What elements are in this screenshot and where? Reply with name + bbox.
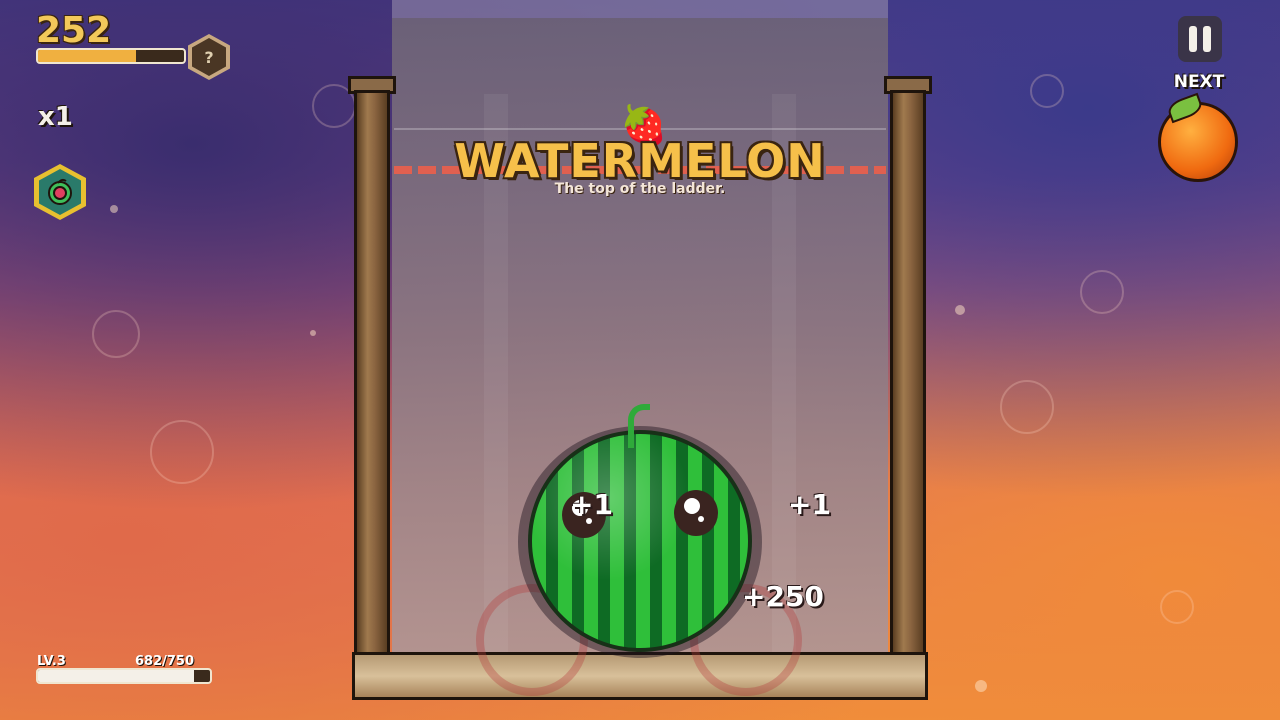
watermelon-eye bbox=[674, 490, 718, 536]
question-mark-icon: ? bbox=[192, 38, 226, 76]
mystery-reward-badge[interactable]: ? bbox=[188, 34, 230, 80]
floating-score: +1 bbox=[788, 488, 831, 521]
powerup-button[interactable] bbox=[34, 164, 86, 220]
background-sparkle bbox=[975, 680, 987, 692]
xp-progress-fill bbox=[38, 670, 195, 682]
score-multiplier: x1 bbox=[38, 102, 73, 132]
fruit-powerup-icon bbox=[39, 169, 81, 215]
watermelon-fruit bbox=[528, 430, 752, 652]
right-wall bbox=[890, 90, 926, 660]
next-fruit-label: NEXT bbox=[1173, 72, 1225, 92]
jar-top-glass bbox=[392, 0, 888, 18]
xp-progress-bar bbox=[36, 668, 212, 684]
background-sparkle bbox=[1160, 590, 1194, 624]
background-sparkle bbox=[1000, 380, 1054, 434]
pause-icon bbox=[1189, 26, 1197, 52]
fruit-unlock-subtitle: The top of the ladder. bbox=[554, 181, 726, 197]
background-sparkle bbox=[955, 305, 965, 315]
background-sparkle bbox=[110, 205, 118, 213]
pause-button[interactable] bbox=[1178, 16, 1222, 62]
fruit-unlock-title: WATERMELON bbox=[454, 134, 826, 188]
pause-icon bbox=[1203, 26, 1211, 52]
floating-score: +1 bbox=[570, 488, 613, 521]
left-wall bbox=[354, 90, 390, 660]
score-value: 252 bbox=[36, 10, 112, 51]
score-progress-fill bbox=[38, 50, 136, 62]
floating-score: +250 bbox=[742, 580, 824, 613]
container-floor bbox=[352, 652, 928, 700]
background-sparkle bbox=[310, 330, 316, 336]
background-sparkle bbox=[1080, 270, 1124, 314]
watermelon-stem bbox=[628, 404, 650, 448]
score-progress-bar bbox=[36, 48, 186, 64]
background-sparkle bbox=[150, 420, 214, 484]
xp-value: 682/750 bbox=[135, 654, 195, 669]
player-level: LV.3 bbox=[37, 654, 66, 669]
background-sparkle bbox=[92, 310, 140, 358]
background-sparkle bbox=[1030, 74, 1064, 108]
